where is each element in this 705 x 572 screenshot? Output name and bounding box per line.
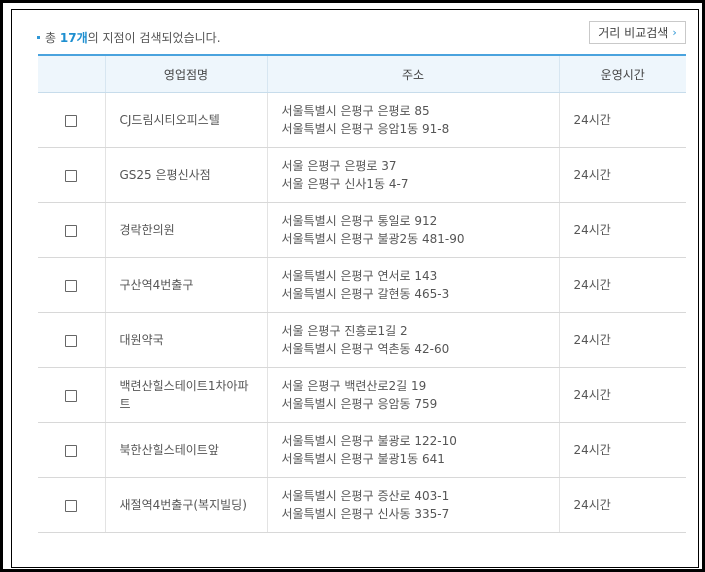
- bullet-icon: [37, 36, 40, 39]
- distance-compare-label: 거리 비교검색: [598, 26, 669, 40]
- table-row: 새절역4번출구(복지빌딩) 서울특별시 은평구 증산로 403-1 서울특별시 은…: [38, 477, 686, 533]
- branch-table: 영업점명 주소 운영시간 CJ드림시티오피스텔 서울특별시 은평구 은평로 85…: [38, 54, 686, 533]
- row-checkbox[interactable]: [65, 389, 78, 402]
- result-count: 17개: [59, 31, 88, 45]
- table-header-row: 영업점명 주소 운영시간: [38, 54, 686, 93]
- header-select: [38, 54, 105, 93]
- table-row: GS25 은평신사점 서울 은평구 은평로 37 서울 은평구 신사1동 4-7 …: [38, 147, 686, 203]
- summary-prefix: 총: [45, 31, 57, 45]
- header-hours: 운영시간: [558, 54, 686, 93]
- address-cell: 서울특별시 은평구 은평로 85 서울특별시 은평구 응암1동 91-8: [266, 92, 559, 148]
- row-checkbox[interactable]: [65, 499, 78, 512]
- operating-hours: 24시간: [558, 92, 686, 148]
- branch-name: 구산역4번출구: [104, 257, 267, 313]
- chevron-right-icon: ›: [672, 26, 677, 39]
- branch-name: 대원약국: [104, 312, 267, 368]
- branch-name: 북한산힐스테이트앞: [104, 422, 267, 478]
- row-checkbox[interactable]: [65, 334, 78, 347]
- select-cell: [38, 422, 105, 478]
- table-row: CJ드림시티오피스텔 서울특별시 은평구 은평로 85 서울특별시 은평구 응암1…: [38, 92, 686, 148]
- address-cell: 서울특별시 은평구 증산로 403-1 서울특별시 은평구 신사동 335-7: [266, 477, 559, 533]
- operating-hours: 24시간: [558, 147, 686, 203]
- road-address: 서울특별시 은평구 불광로 122-10: [281, 434, 457, 448]
- table-row: 북한산힐스테이트앞 서울특별시 은평구 불광로 122-10 서울특별시 은평구 …: [38, 422, 686, 478]
- operating-hours: 24시간: [558, 422, 686, 478]
- table-row: 대원약국 서울 은평구 진흥로1길 2 서울특별시 은평구 역촌동 42-60 2…: [38, 312, 686, 368]
- table-row: 구산역4번출구 서울특별시 은평구 연서로 143 서울특별시 은평구 갈현동 4…: [38, 257, 686, 313]
- lot-address: 서울특별시 은평구 갈현동 465-3: [281, 287, 450, 301]
- select-cell: [38, 202, 105, 258]
- select-cell: [38, 367, 105, 423]
- address-cell: 서울 은평구 진흥로1길 2 서울특별시 은평구 역촌동 42-60: [266, 312, 559, 368]
- row-checkbox[interactable]: [65, 444, 78, 457]
- result-summary: 총 17개 의 지점이 검색되었습니다.: [37, 29, 221, 46]
- select-cell: [38, 312, 105, 368]
- select-cell: [38, 92, 105, 148]
- table-row: 경락한의원 서울특별시 은평구 통일로 912 서울특별시 은평구 불광2동 48…: [38, 202, 686, 258]
- table-row: 백련산힐스테이트1차아파트 서울 은평구 백련산로2길 19 서울특별시 은평구 …: [38, 367, 686, 423]
- row-checkbox[interactable]: [65, 279, 78, 292]
- branch-name: 경락한의원: [104, 202, 267, 258]
- lot-address: 서울 은평구 신사1동 4-7: [281, 177, 409, 191]
- select-cell: [38, 257, 105, 313]
- header-branch-name: 영업점명: [104, 54, 267, 93]
- lot-address: 서울특별시 은평구 신사동 335-7: [281, 507, 450, 521]
- address-cell: 서울특별시 은평구 연서로 143 서울특별시 은평구 갈현동 465-3: [266, 257, 559, 313]
- row-checkbox[interactable]: [65, 224, 78, 237]
- operating-hours: 24시간: [558, 367, 686, 423]
- lot-address: 서울특별시 은평구 불광1동 641: [281, 452, 445, 466]
- address-cell: 서울특별시 은평구 불광로 122-10 서울특별시 은평구 불광1동 641: [266, 422, 559, 478]
- select-cell: [38, 147, 105, 203]
- branch-name: CJ드림시티오피스텔: [104, 92, 267, 148]
- address-cell: 서울 은평구 은평로 37 서울 은평구 신사1동 4-7: [266, 147, 559, 203]
- road-address: 서울특별시 은평구 연서로 143: [281, 269, 438, 283]
- lot-address: 서울특별시 은평구 역촌동 42-60: [281, 342, 450, 356]
- road-address: 서울 은평구 백련산로2길 19: [281, 379, 427, 393]
- operating-hours: 24시간: [558, 312, 686, 368]
- road-address: 서울특별시 은평구 은평로 85: [281, 104, 430, 118]
- operating-hours: 24시간: [558, 477, 686, 533]
- branch-name: 백련산힐스테이트1차아파트: [104, 367, 267, 423]
- lot-address: 서울특별시 은평구 응암동 759: [281, 397, 438, 411]
- row-checkbox[interactable]: [65, 169, 78, 182]
- address-cell: 서울특별시 은평구 통일로 912 서울특별시 은평구 불광2동 481-90: [266, 202, 559, 258]
- road-address: 서울 은평구 은평로 37: [281, 159, 397, 173]
- row-checkbox[interactable]: [65, 114, 78, 127]
- lot-address: 서울특별시 은평구 불광2동 481-90: [281, 232, 465, 246]
- summary-suffix: 의 지점이 검색되었습니다.: [87, 31, 221, 45]
- select-cell: [38, 477, 105, 533]
- operating-hours: 24시간: [558, 257, 686, 313]
- address-cell: 서울 은평구 백련산로2길 19 서울특별시 은평구 응암동 759: [266, 367, 559, 423]
- operating-hours: 24시간: [558, 202, 686, 258]
- branch-name: GS25 은평신사점: [104, 147, 267, 203]
- header-address: 주소: [266, 54, 559, 93]
- road-address: 서울특별시 은평구 통일로 912: [281, 214, 438, 228]
- road-address: 서울특별시 은평구 증산로 403-1: [281, 489, 450, 503]
- distance-compare-button[interactable]: 거리 비교검색 ›: [589, 21, 686, 44]
- road-address: 서울 은평구 진흥로1길 2: [281, 324, 408, 338]
- branch-name: 새절역4번출구(복지빌딩): [104, 477, 267, 533]
- lot-address: 서울특별시 은평구 응암1동 91-8: [281, 122, 450, 136]
